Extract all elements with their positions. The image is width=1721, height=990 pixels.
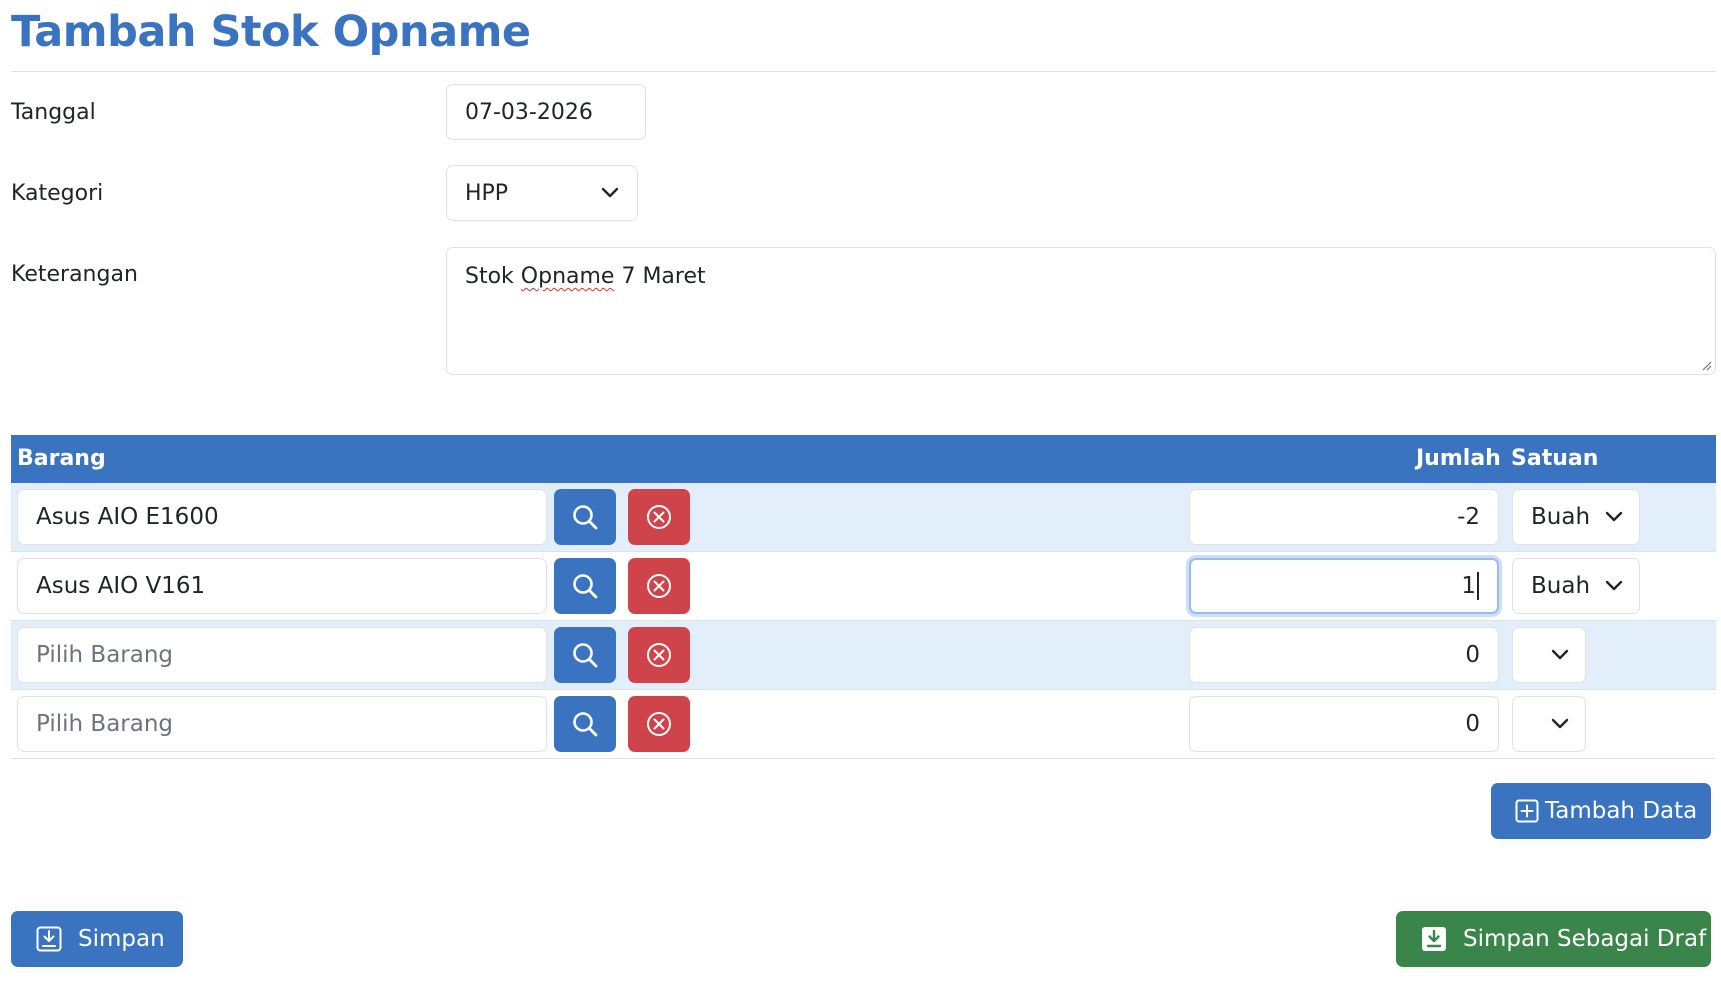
kategori-label: Kategori: [11, 181, 104, 206]
chevron-down-icon: [1551, 649, 1569, 661]
search-button[interactable]: [554, 489, 616, 545]
search-button[interactable]: [554, 627, 616, 683]
jumlah-value: 1: [1461, 573, 1476, 599]
header-barang: Barang: [17, 446, 106, 471]
plus-square-icon: [1515, 799, 1539, 823]
search-icon: [573, 643, 598, 668]
chevron-down-icon: [1551, 718, 1569, 730]
kategori-select[interactable]: HPP: [446, 165, 638, 221]
satuan-select[interactable]: [1512, 627, 1586, 683]
page-title: Tambah Stok Opname: [11, 7, 531, 57]
keterangan-textarea[interactable]: Stok Opname 7 Maret: [446, 247, 1716, 375]
x-circle-icon: [647, 505, 671, 529]
simpan-button[interactable]: Simpan: [11, 911, 183, 967]
header-jumlah: Jumlah: [1416, 446, 1501, 471]
satuan-select[interactable]: Buah: [1512, 558, 1640, 614]
tambah-data-button[interactable]: Tambah Data: [1491, 783, 1711, 839]
tanggal-value: 07-03-2026: [465, 99, 593, 125]
simpan-draf-button[interactable]: Simpan Sebagai Draf: [1396, 911, 1711, 967]
page: Tambah Stok Opname Tanggal 07-03-2026 Ka…: [0, 0, 1721, 990]
barang-input[interactable]: Asus AIO E1600: [17, 489, 547, 545]
table-row: Asus AIO E1600 -2 Buah: [11, 483, 1716, 552]
search-icon: [573, 505, 598, 530]
jumlah-value: 0: [1465, 711, 1480, 737]
barang-placeholder: Pilih Barang: [36, 642, 174, 668]
jumlah-value: 0: [1465, 642, 1480, 668]
search-button[interactable]: [554, 696, 616, 752]
resize-grip-icon[interactable]: [1700, 359, 1712, 371]
header-satuan: Satuan: [1511, 446, 1599, 471]
table-row: Pilih Barang 0: [11, 621, 1716, 690]
jumlah-input[interactable]: -2: [1189, 489, 1499, 545]
barang-value: Asus AIO E1600: [36, 504, 219, 530]
search-icon: [573, 574, 598, 599]
barang-input[interactable]: Pilih Barang: [17, 696, 547, 752]
satuan-select[interactable]: [1512, 696, 1586, 752]
x-circle-icon: [647, 712, 671, 736]
kategori-value: HPP: [465, 180, 509, 206]
barang-placeholder: Pilih Barang: [36, 711, 174, 737]
x-circle-icon: [647, 643, 671, 667]
simpan-draf-label: Simpan Sebagai Draf: [1463, 926, 1707, 952]
keterangan-text-misspelled: Opname: [520, 264, 615, 289]
remove-row-button[interactable]: [628, 627, 690, 683]
chevron-down-icon: [1605, 580, 1623, 592]
jumlah-value: -2: [1457, 504, 1480, 530]
x-circle-icon: [647, 574, 671, 598]
barang-value: Asus AIO V161: [36, 573, 206, 599]
title-divider: [11, 71, 1716, 72]
text-caret: [1477, 572, 1479, 600]
satuan-value: Buah: [1531, 573, 1591, 599]
remove-row-button[interactable]: [628, 489, 690, 545]
chevron-down-icon: [1605, 511, 1623, 523]
remove-row-button[interactable]: [628, 696, 690, 752]
save-fill-icon: [1421, 926, 1447, 952]
keterangan-text-post: 7 Maret: [614, 264, 706, 289]
keterangan-text-pre: Stok: [465, 264, 521, 289]
barang-input[interactable]: Pilih Barang: [17, 627, 547, 683]
satuan-value: Buah: [1531, 504, 1591, 530]
tanggal-input[interactable]: 07-03-2026: [446, 84, 646, 140]
barang-input[interactable]: Asus AIO V161: [17, 558, 547, 614]
table-header: Barang Jumlah Satuan: [11, 435, 1716, 483]
table-row: Pilih Barang 0: [11, 690, 1716, 759]
jumlah-input[interactable]: 1: [1189, 558, 1499, 614]
search-button[interactable]: [554, 558, 616, 614]
table-row: Asus AIO V161 1 Buah: [11, 552, 1716, 621]
satuan-select[interactable]: Buah: [1512, 489, 1640, 545]
tanggal-label: Tanggal: [11, 100, 96, 125]
tambah-data-label: Tambah Data: [1545, 798, 1698, 824]
remove-row-button[interactable]: [628, 558, 690, 614]
simpan-label: Simpan: [78, 926, 165, 952]
search-icon: [573, 712, 598, 737]
jumlah-input[interactable]: 0: [1189, 627, 1499, 683]
jumlah-input[interactable]: 0: [1189, 696, 1499, 752]
keterangan-label: Keterangan: [11, 262, 138, 287]
chevron-down-icon: [601, 187, 619, 199]
save-icon: [36, 926, 62, 952]
